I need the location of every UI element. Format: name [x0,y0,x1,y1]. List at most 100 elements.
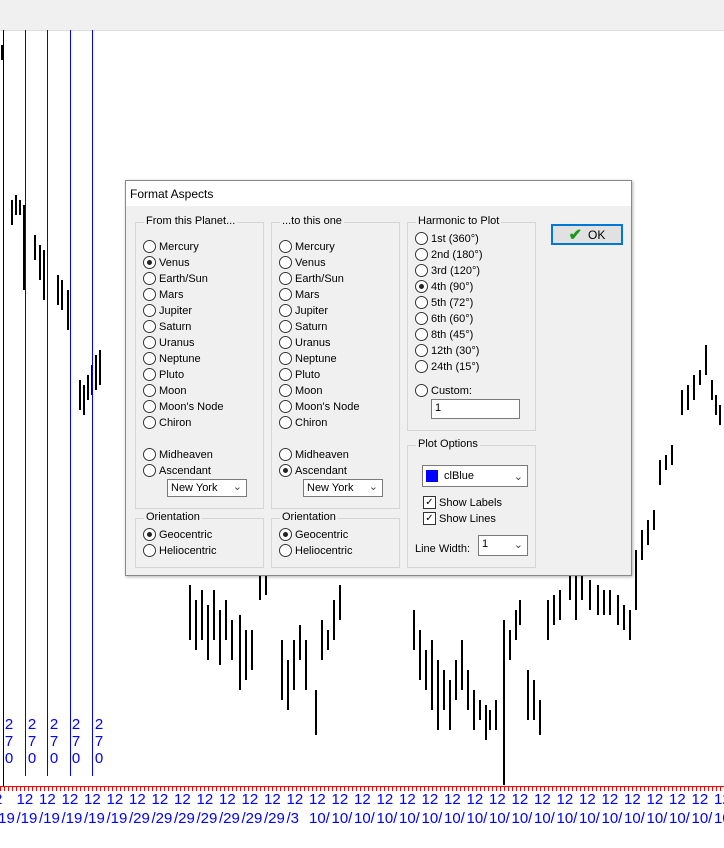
from-radio-ascendant[interactable]: Ascendant [143,463,211,478]
from-radio-saturn[interactable]: Saturn [143,319,191,334]
radio-circle-icon [415,344,428,357]
to-radio-ascendant[interactable]: Ascendant [279,463,347,478]
from-radio-uranus[interactable]: Uranus [143,335,194,350]
ok-button[interactable]: ✔ OK [551,224,623,245]
radio-circle-icon [415,280,428,293]
x-tick-label: 10/ [511,810,533,827]
radio-circle-icon [143,336,156,349]
to-radio-earth-sun[interactable]: Earth/Sun [279,271,344,286]
show-lines-checkbox[interactable]: ✓ Show Lines [423,512,496,525]
x-tick-label: 10/ [691,810,713,827]
x-tick-label: 10/ [579,810,600,827]
from-radio-jupiter[interactable]: Jupiter [143,303,192,318]
harmonic-radio[interactable]: 5th (72°) [415,295,473,310]
from-radio-mars[interactable]: Mars [143,287,183,302]
x-tick-label: 12 [16,791,34,808]
x-tick-label: 12 [421,791,439,808]
radio-circle-icon [279,304,292,317]
from-radio-heliocentric[interactable]: Heliocentric [143,543,216,558]
from-planet-label: From this Planet... [144,215,238,227]
radio-circle-icon [415,264,428,277]
radio-label: Moon's Node [295,400,360,413]
radio-label: Neptune [295,352,337,365]
radio-circle-icon [415,384,428,397]
harmonic-radio[interactable]: 24th (15°) [415,359,479,374]
x-tick-label: /19 [106,810,128,827]
dialog-title-bar[interactable]: Format Aspects [126,181,631,206]
radio-circle-icon [279,368,292,381]
to-planet-label: ...to this one [280,215,344,227]
x-tick-label: /29 [151,810,173,827]
from-orientation-label: Orientation [144,511,202,523]
to-radio-geocentric[interactable]: Geocentric [279,527,348,542]
harmonic-radio[interactable]: 6th (60°) [415,311,473,326]
x-tick-label: 12 [241,791,259,808]
radio-label: Pluto [295,368,321,381]
from-radio-mercury[interactable]: Mercury [143,239,199,254]
x-tick-label: 12 [691,791,709,808]
from-radio-neptune[interactable]: Neptune [143,351,201,366]
from-radio-geocentric[interactable]: Geocentric [143,527,212,542]
from-radio-moon[interactable]: Moon [143,383,187,398]
radio-label: 1st (360°) [431,232,479,245]
from-radio-earth-sun[interactable]: Earth/Sun [143,271,208,286]
harmonic-radio[interactable]: 8th (45°) [415,327,473,342]
x-tick-label: 12 [196,791,214,808]
x-tick-label: 12 [376,791,394,808]
radio-label: 3rd (120°) [431,264,481,277]
to-radio-pluto[interactable]: Pluto [279,367,320,382]
to-radio-uranus[interactable]: Uranus [279,335,330,350]
x-tick-label: /29 [219,810,240,827]
harmonic-radio[interactable]: 3rd (120°) [415,263,480,278]
to-radio-moon[interactable]: Moon [279,383,323,398]
x-tick-label: 12 [579,791,596,808]
from-location-select[interactable]: New York ⌄ [167,479,247,497]
custom-harmonic-input[interactable]: 1 [431,399,520,419]
to-radio-jupiter[interactable]: Jupiter [279,303,328,318]
radio-label: Pluto [159,368,185,381]
radio-label: Midheaven [295,448,349,461]
from-radio-chiron[interactable]: Chiron [143,415,191,430]
x-tick-label: 12 [39,791,56,808]
to-radio-chiron[interactable]: Chiron [279,415,327,430]
show-labels-checkbox[interactable]: ✓ Show Labels [423,496,502,509]
radio-circle-icon [415,328,428,341]
x-tick-label: 12 [399,791,416,808]
aspect-line [92,30,93,776]
to-radio-mars[interactable]: Mars [279,287,319,302]
to-radio-venus[interactable]: Venus [279,255,326,270]
radio-circle-icon [279,352,292,365]
to-radio-midheaven[interactable]: Midheaven [279,447,349,462]
radio-label: Mercury [295,240,335,253]
format-aspects-dialog: Format Aspects From this Planet... Orien… [125,180,632,576]
line-width-select[interactable]: 1 ⌄ [478,535,528,556]
from-radio-pluto[interactable]: Pluto [143,367,184,382]
x-tick-label: /29 [174,810,195,827]
harmonic-radio[interactable]: 12th (30°) [415,343,479,358]
to-location-value: New York [307,482,354,494]
radio-circle-icon [279,544,292,557]
to-radio-saturn[interactable]: Saturn [279,319,327,334]
x-tick-label: 12 [489,791,506,808]
from-radio-midheaven[interactable]: Midheaven [143,447,213,462]
to-location-select[interactable]: New York ⌄ [303,479,383,497]
to-radio-moon-s-node[interactable]: Moon's Node [279,399,359,414]
to-orientation-label: Orientation [280,511,338,523]
radio-circle-icon [143,256,156,269]
harmonic-radio[interactable]: 4th (90°) [415,279,473,294]
chevron-down-icon: ⌄ [513,539,523,551]
line-color-select[interactable]: clBlue ⌄ [422,465,528,487]
radio-label: Uranus [159,336,195,349]
to-radio-neptune[interactable]: Neptune [279,351,337,366]
radio-label: Jupiter [159,304,193,317]
from-radio-moon-s-node[interactable]: Moon's Node [143,399,223,414]
radio-circle-icon [279,272,292,285]
radio-circle-icon [279,336,292,349]
from-radio-venus[interactable]: Venus [143,255,190,270]
harmonic-radio[interactable]: 1st (360°) [415,231,479,246]
to-radio-mercury[interactable]: Mercury [279,239,335,254]
harmonic-radio[interactable]: 2nd (180°) [415,247,483,262]
to-radio-heliocentric[interactable]: Heliocentric [279,543,352,558]
harmonic-radio-custom[interactable]: Custom: [415,383,472,398]
x-tick-label: /3 [286,810,300,827]
